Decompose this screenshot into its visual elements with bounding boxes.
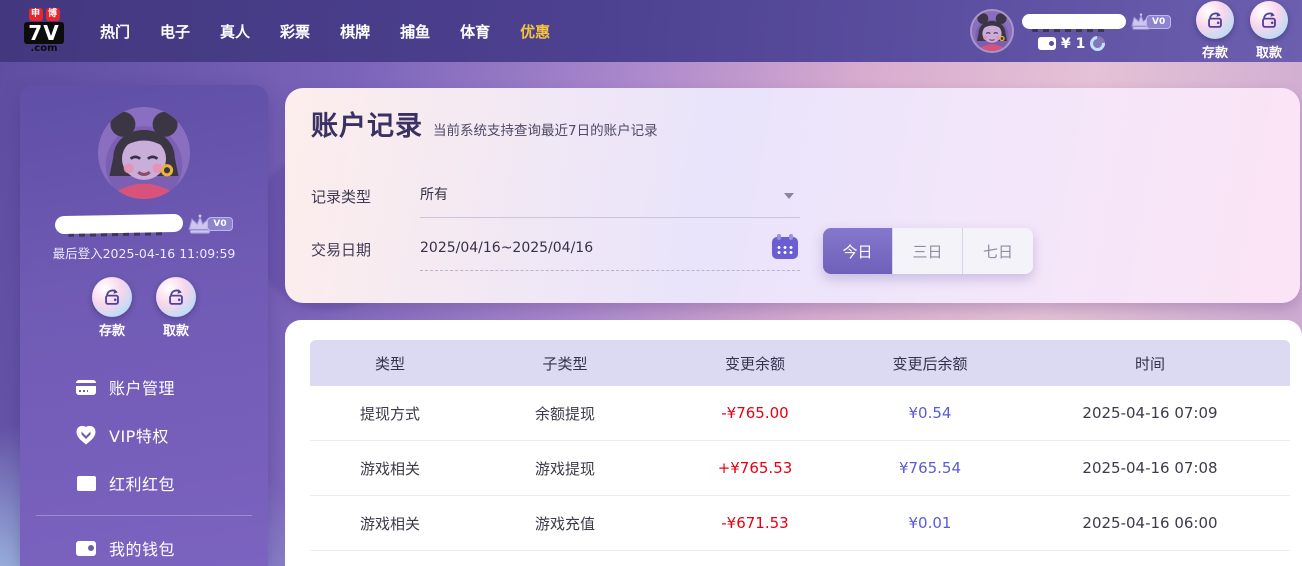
trade-date-field[interactable]: 2025/04/16~2025/04/16 — [420, 233, 800, 271]
date-range-tabs: 今日 三日 七日 — [823, 228, 1033, 274]
table-row: 游戏相关 游戏提现 +¥765.53 ¥765.54 2025-04-16 07… — [310, 441, 1290, 496]
col-header-after-balance: 变更后余额 — [850, 353, 1010, 374]
logo-badge-right: 博 — [46, 8, 60, 21]
cell-time: 2025-04-16 07:08 — [1010, 459, 1290, 477]
avatar[interactable] — [970, 9, 1014, 53]
avatar-large[interactable] — [98, 107, 190, 199]
withdraw-icon — [1250, 1, 1288, 39]
sidebar-withdraw-button[interactable]: 取款 — [156, 277, 196, 339]
nav-item-lottery[interactable]: 彩票 — [280, 21, 310, 42]
sidebar-item-label: 红利红包 — [109, 471, 175, 495]
cell-change-amount: -¥765.00 — [660, 404, 850, 422]
sidebar-deposit-button[interactable]: 存款 — [92, 277, 132, 339]
trade-date-label: 交易日期 — [311, 239, 371, 260]
sidebar-item-bonus-redpacket[interactable]: 红利红包 — [20, 459, 268, 507]
nav-item-boardgames[interactable]: 棋牌 — [340, 21, 370, 42]
withdraw-label: 取款 — [1256, 42, 1282, 61]
nav-user-area: V0 ¥ 1 存款 取款 — [970, 0, 1288, 62]
username-censored — [55, 214, 183, 234]
record-type-value: 所有 — [420, 187, 448, 203]
deposit-icon — [1196, 1, 1234, 39]
col-header-type: 类型 — [310, 353, 470, 374]
record-type-select[interactable]: 所有 — [420, 180, 800, 218]
deposit-label: 存款 — [1202, 42, 1228, 61]
cell-type: 游戏相关 — [310, 513, 470, 534]
logo-badges: 申 博 — [29, 8, 60, 21]
username-censored — [1022, 14, 1126, 29]
cell-change-amount: +¥765.53 — [660, 459, 850, 477]
nav-item-hot[interactable]: 热门 — [100, 21, 130, 42]
cell-after-balance: ¥765.54 — [850, 459, 1010, 477]
nav-item-live[interactable]: 真人 — [220, 21, 250, 42]
deposit-icon — [92, 277, 132, 317]
nav-item-fishing[interactable]: 捕鱼 — [400, 21, 430, 42]
cell-time: 2025-04-16 07:09 — [1010, 404, 1290, 422]
cell-change-amount: -¥671.53 — [660, 514, 850, 532]
sidebar-item-vip-privileges[interactable]: VIP特权 — [20, 411, 268, 459]
trade-date-value: 2025/04/16~2025/04/16 — [420, 240, 593, 256]
account-records-panel: 账户记录 当前系统支持查询最近7日的账户记录 记录类型 所有 交易日期 2025… — [285, 88, 1300, 303]
withdraw-label: 取款 — [163, 320, 189, 339]
sidebar-divider — [36, 515, 252, 516]
tab-seven-days[interactable]: 七日 — [963, 228, 1033, 274]
sidebar-item-label: 账户管理 — [109, 375, 175, 399]
deposit-label: 存款 — [99, 320, 125, 339]
refresh-balance-icon[interactable] — [1087, 33, 1108, 54]
logo-text: 7V — [24, 22, 63, 44]
wallet-icon — [75, 537, 97, 559]
cell-after-balance: ¥0.54 — [850, 404, 1010, 422]
wallet-icon — [1038, 37, 1056, 50]
page-title: 账户记录 — [311, 104, 423, 143]
nav-item-promotions[interactable]: 优惠 — [520, 21, 550, 42]
tab-today[interactable]: 今日 — [823, 228, 893, 274]
sidebar-actions: 存款 取款 — [20, 277, 268, 339]
last-login-text: 最后登入2025-04-16 11:09:59 — [20, 243, 268, 262]
page: 申 博 7V .com 热门 电子 真人 彩票 棋牌 捕鱼 体育 优惠 — [0, 0, 1302, 566]
table-header-row: 类型 子类型 变更余额 变更后余额 时间 — [310, 340, 1290, 386]
panel-title-row: 账户记录 当前系统支持查询最近7日的账户记录 — [311, 104, 658, 143]
sidebar-item-my-wallet[interactable]: 我的钱包 — [20, 524, 268, 566]
sidebar-item-label: VIP特权 — [109, 423, 169, 447]
col-header-change: 变更余额 — [660, 353, 850, 374]
logo-badge-left: 申 — [29, 8, 43, 21]
nav-item-slots[interactable]: 电子 — [160, 21, 190, 42]
envelope-icon — [75, 472, 97, 494]
sidebar: V0 最后登入2025-04-16 11:09:59 存款 取款 账户管理 — [20, 85, 268, 566]
withdraw-icon — [156, 277, 196, 317]
sidebar-user-line: V0 — [20, 213, 268, 235]
table-row: 提现方式 余额提现 -¥765.00 ¥0.54 2025-04-16 07:0… — [310, 386, 1290, 441]
balance-amount: ¥ 1 — [1061, 36, 1085, 52]
sidebar-menu: 账户管理 VIP特权 红利红包 我的钱包 — [20, 363, 268, 566]
nav-item-sports[interactable]: 体育 — [460, 21, 490, 42]
cell-after-balance: ¥0.01 — [850, 514, 1010, 532]
record-type-label: 记录类型 — [311, 186, 371, 207]
card-icon — [75, 376, 97, 398]
nav-user-info: V0 ¥ 1 — [1022, 11, 1180, 52]
sidebar-item-label: 我的钱包 — [109, 536, 175, 560]
sidebar-item-account-management[interactable]: 账户管理 — [20, 363, 268, 411]
col-header-time: 时间 — [1010, 353, 1290, 374]
top-nav: 申 博 7V .com 热门 电子 真人 彩票 棋牌 捕鱼 体育 优惠 — [0, 0, 1302, 62]
cell-type: 提现方式 — [310, 403, 470, 424]
calendar-icon[interactable] — [772, 237, 798, 259]
main-menu: 热门 电子 真人 彩票 棋牌 捕鱼 体育 优惠 — [100, 21, 550, 42]
tab-three-days[interactable]: 三日 — [893, 228, 963, 274]
chevron-down-icon — [784, 193, 794, 199]
nav-withdraw-button[interactable]: 取款 — [1250, 1, 1288, 61]
brand-logo[interactable]: 申 博 7V .com — [18, 8, 70, 54]
cell-subtype: 游戏提现 — [470, 458, 660, 479]
table-row: 游戏相关 游戏充值 -¥671.53 ¥0.01 2025-04-16 06:0… — [310, 496, 1290, 551]
cell-type: 游戏相关 — [310, 458, 470, 479]
vip-level-badge: V0 — [1146, 15, 1171, 29]
vip-level-badge: V0 — [207, 217, 232, 231]
page-subtitle: 当前系统支持查询最近7日的账户记录 — [433, 119, 658, 139]
col-header-subtype: 子类型 — [470, 353, 660, 374]
cell-time: 2025-04-16 06:00 — [1010, 514, 1290, 532]
nav-deposit-button[interactable]: 存款 — [1196, 1, 1234, 61]
cell-subtype: 余额提现 — [470, 403, 660, 424]
logo-suffix: .com — [30, 44, 57, 54]
vip-shield-icon — [75, 424, 97, 446]
cell-subtype: 游戏充值 — [470, 513, 660, 534]
records-table-card: 类型 子类型 变更余额 变更后余额 时间 提现方式 余额提现 -¥765.00 … — [285, 320, 1302, 566]
